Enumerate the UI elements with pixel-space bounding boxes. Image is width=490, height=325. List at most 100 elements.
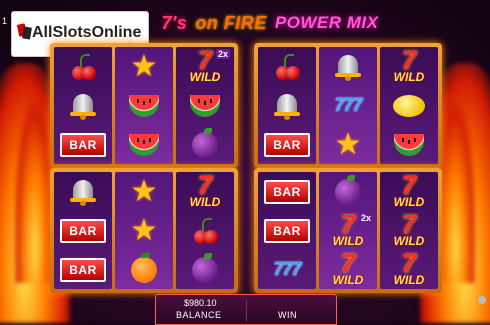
- wild-seven: 7: [401, 208, 417, 239]
- cherry-icon: [272, 52, 302, 82]
- reel-column: 7 WILD 2x 7 WILD: [319, 172, 377, 289]
- reel-cell: [176, 250, 234, 289]
- lemon-icon: [393, 94, 425, 117]
- wild-label: WILD: [393, 272, 425, 287]
- panel-divider: [246, 299, 247, 321]
- reel-cell: 7 WILD: [319, 250, 377, 289]
- watermelon-icon: [129, 94, 159, 117]
- reel-grid-bottom-left: BAR BAR ★ ★ 7 WILD: [50, 168, 238, 293]
- reel-cell: [54, 47, 112, 86]
- reel-grid-top-left: BAR ★ 7 WILD 2x: [50, 43, 238, 168]
- watermelon-icon: [394, 133, 424, 156]
- reel-cell: 7 WILD 2x: [176, 47, 234, 86]
- lightning-icon[interactable]: ⚡: [458, 294, 470, 305]
- reel-cell: [54, 86, 112, 125]
- win-label: WIN: [278, 310, 297, 320]
- cherry-icon: [68, 52, 98, 82]
- wild-seven: 7: [401, 169, 417, 200]
- reel-cell: 7 WILD: [380, 211, 438, 250]
- playing-cards-icon: [16, 23, 32, 42]
- balance-panel: $980.10 BALANCE WIN: [155, 294, 337, 325]
- reel-cell: [115, 125, 173, 164]
- star-icon: ★: [130, 174, 158, 208]
- reel-cell: 7 WILD: [380, 47, 438, 86]
- reel-cell: ★: [115, 47, 173, 86]
- triple-seven-symbol: 777: [273, 259, 301, 279]
- plum-icon: [192, 127, 218, 158]
- bar-symbol: BAR: [264, 218, 310, 243]
- reel-column: BAR: [54, 47, 112, 164]
- reel-cell: BAR: [258, 172, 316, 211]
- round-counter: 1: [2, 16, 8, 26]
- wild-symbol: 7 WILD: [384, 247, 434, 288]
- reel-cell: BAR: [258, 211, 316, 250]
- reel-column: BAR BAR: [54, 172, 112, 289]
- menu-dot-icon[interactable]: [478, 296, 486, 304]
- title-fire: on FIRE: [195, 12, 267, 33]
- plum-icon: [335, 174, 361, 205]
- wild-label: WILD: [189, 194, 221, 209]
- reel-cell: 777: [319, 86, 377, 125]
- reel-column: ★: [115, 47, 173, 164]
- reel-cell: [380, 86, 438, 125]
- reel-cell: 7 WILD 2x: [319, 211, 377, 250]
- wild-seven: 7: [401, 44, 417, 75]
- reel-column: 7 WILD: [176, 172, 234, 289]
- reel-cell: BAR: [258, 125, 316, 164]
- wild-seven: 7: [401, 247, 417, 278]
- reel-cell: [115, 250, 173, 289]
- reel-grid-bottom-right: BAR BAR 777 7 WILD 2x 7 WILD 7 WILD 7 WILD 7 WILD: [254, 168, 442, 293]
- reel-cell: [319, 172, 377, 211]
- balance-value: $980.10: [184, 298, 217, 308]
- reel-cell: [115, 86, 173, 125]
- bell-icon: [274, 92, 300, 120]
- bar-symbol: BAR: [264, 179, 310, 204]
- reel-cell: [319, 47, 377, 86]
- reel-cell: 777: [258, 250, 316, 289]
- reel-column: BAR: [258, 47, 316, 164]
- reel-cell: 7 WILD: [380, 172, 438, 211]
- reel-cell: [176, 211, 234, 250]
- bar-symbol: BAR: [60, 132, 106, 157]
- watermelon-icon: [190, 94, 220, 117]
- wild-symbol: 7 WILD 2x: [323, 211, 373, 249]
- game-title: 7's on FIRE POWER MIX: [120, 8, 420, 38]
- bar-symbol: BAR: [264, 132, 310, 157]
- reel-cell: [176, 125, 234, 164]
- wild-label: WILD: [332, 233, 364, 248]
- reel-cell: [258, 47, 316, 86]
- wild-symbol: 7 WILD: [180, 169, 230, 210]
- reel-column: 7 WILD: [380, 47, 438, 164]
- title-prefix: 7's: [161, 12, 188, 33]
- reel-column: 7 WILD 2x: [176, 47, 234, 164]
- reel-cell: [258, 86, 316, 125]
- reel-cell: ★: [115, 172, 173, 211]
- wild-symbol: 7 WILD 2x: [180, 47, 230, 85]
- reel-cell: BAR: [54, 211, 112, 250]
- reel-column: BAR BAR 777: [258, 172, 316, 289]
- bell-icon: [335, 53, 361, 81]
- star-icon: ★: [130, 213, 158, 247]
- wild-label: WILD: [189, 69, 221, 84]
- wild-label: WILD: [393, 194, 425, 209]
- wild-seven: 7: [197, 169, 213, 200]
- reel-grid-top-right: BAR 777 ★ 7 WILD: [254, 43, 442, 168]
- balance-label: BALANCE: [176, 310, 222, 320]
- reel-column: ★ ★: [115, 172, 173, 289]
- wild-symbol: 7 WILD: [323, 247, 373, 288]
- wild-label: WILD: [393, 233, 425, 248]
- reel-column: 777 ★: [319, 47, 377, 164]
- star-icon: ★: [130, 49, 158, 83]
- left-inner-flame: [15, 103, 55, 283]
- reel-cell: [54, 172, 112, 211]
- plum-icon: [192, 252, 218, 283]
- reel-cell: [176, 86, 234, 125]
- wild-seven: 7: [340, 247, 356, 278]
- reel-cell: ★: [319, 125, 377, 164]
- reel-cell: BAR: [54, 125, 112, 164]
- bar-symbol: BAR: [60, 257, 106, 282]
- reel-cell: ★: [115, 211, 173, 250]
- orange-icon: [131, 252, 157, 283]
- bell-icon: [70, 178, 96, 206]
- cherry-icon: [190, 216, 220, 246]
